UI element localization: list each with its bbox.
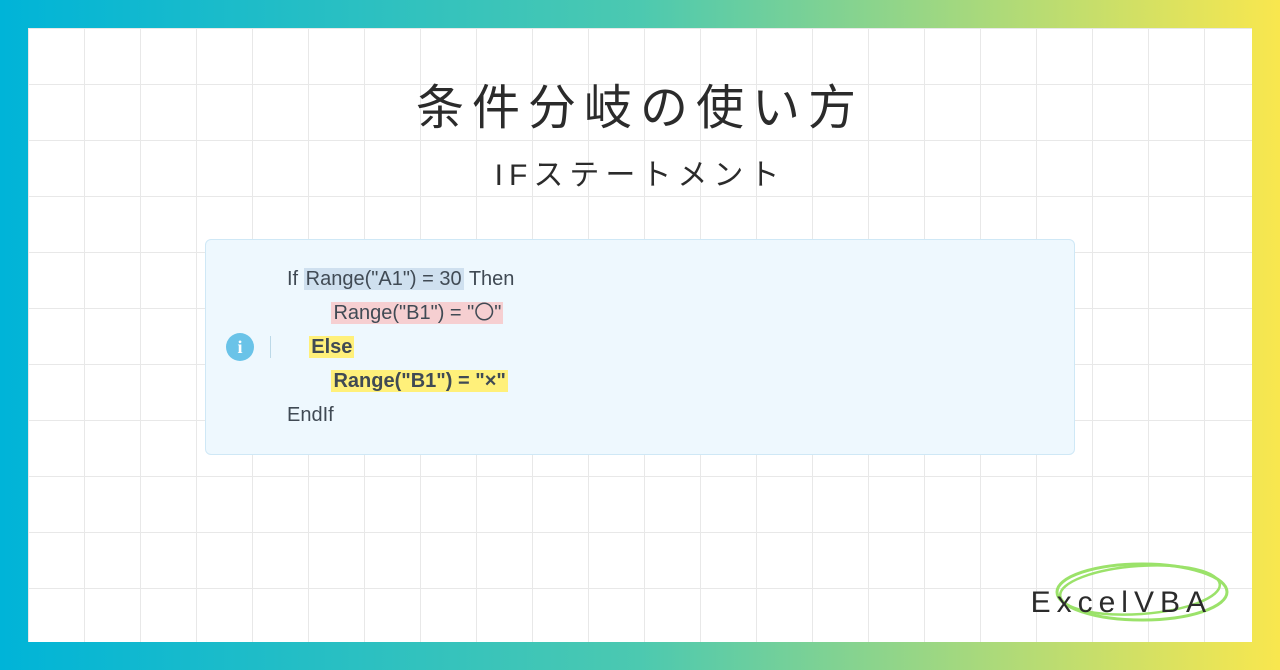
page-title: 条件分岐の使い方 — [28, 28, 1252, 138]
code-l2-indent — [287, 302, 331, 324]
code-l5-endif: EndIf — [287, 404, 334, 426]
code-l1-post: Then — [464, 268, 515, 290]
page-canvas: 条件分岐の使い方 IFステートメント i If Range("A1") = 30… — [28, 28, 1252, 642]
info-icon: i — [226, 333, 254, 361]
subtitle-highlighted-if: IF — [495, 159, 534, 193]
code-l1-pre: If — [287, 268, 304, 290]
code-l3-indent — [287, 336, 309, 358]
code-l1-condition: Range("A1") = 30 — [304, 268, 464, 290]
subtitle-rest: ステートメント — [533, 159, 785, 192]
code-l2-true-branch: Range("B1") = "〇" — [331, 302, 503, 324]
code-block: If Range("A1") = 30 Then Range("B1") = "… — [287, 262, 514, 432]
code-l3-else: Else — [309, 336, 354, 358]
code-info-box: i If Range("A1") = 30 Then Range("B1") =… — [205, 239, 1075, 455]
logo-text: ExcelVBA — [1031, 586, 1212, 620]
page-subtitle: IFステートメント — [28, 150, 1252, 194]
code-l4-false-branch: Range("B1") = "×" — [331, 370, 507, 392]
info-divider — [270, 336, 271, 358]
code-l4-indent — [287, 370, 331, 392]
